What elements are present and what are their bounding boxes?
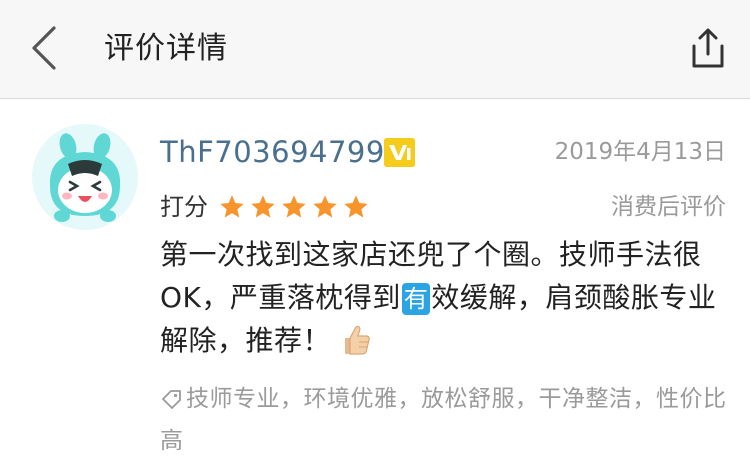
review-tags-text: 技师专业，环境优雅，放松舒服，干净整洁，性价比高 (160, 386, 727, 454)
avatar[interactable] (32, 124, 138, 230)
page-title: 评价详情 (104, 31, 228, 66)
chevron-left-icon (32, 26, 56, 70)
tag-icon (160, 386, 184, 423)
level-v1-icon (384, 138, 415, 167)
star-rating (218, 193, 370, 221)
review-text: 第一次找到这家店还兜了个圈。技师手法很OK，严重落枕得到有效缓解，肩颈酸胀专业解… (160, 233, 725, 370)
star-icon (220, 195, 244, 218)
level-badge (384, 138, 415, 167)
thumbs-up-icon (337, 322, 373, 370)
review-date: 2019年4月13日 (554, 139, 726, 165)
review-card: ThF703694799 2019年4月13日 打分 消费后评价 第一次找到这家… (0, 99, 750, 454)
review-text-highlight: 有 (401, 283, 431, 315)
top-nav-bar: 评价详情 (0, 0, 750, 99)
star-icon (344, 195, 368, 218)
star-icon (313, 195, 337, 218)
back-button[interactable] (22, 22, 66, 74)
avatar-mascot-icon (32, 124, 138, 230)
post-consumption-tag: 消费后评价 (611, 194, 726, 220)
star-icon (282, 195, 306, 218)
score-label: 打分 (160, 193, 208, 221)
star-icon (251, 195, 275, 218)
share-button[interactable] (688, 24, 728, 72)
username[interactable]: ThF703694799 (160, 132, 385, 172)
share-icon (692, 28, 724, 68)
review-tags: 技师专业，环境优雅，放松舒服，干净整洁，性价比高 (160, 381, 730, 460)
